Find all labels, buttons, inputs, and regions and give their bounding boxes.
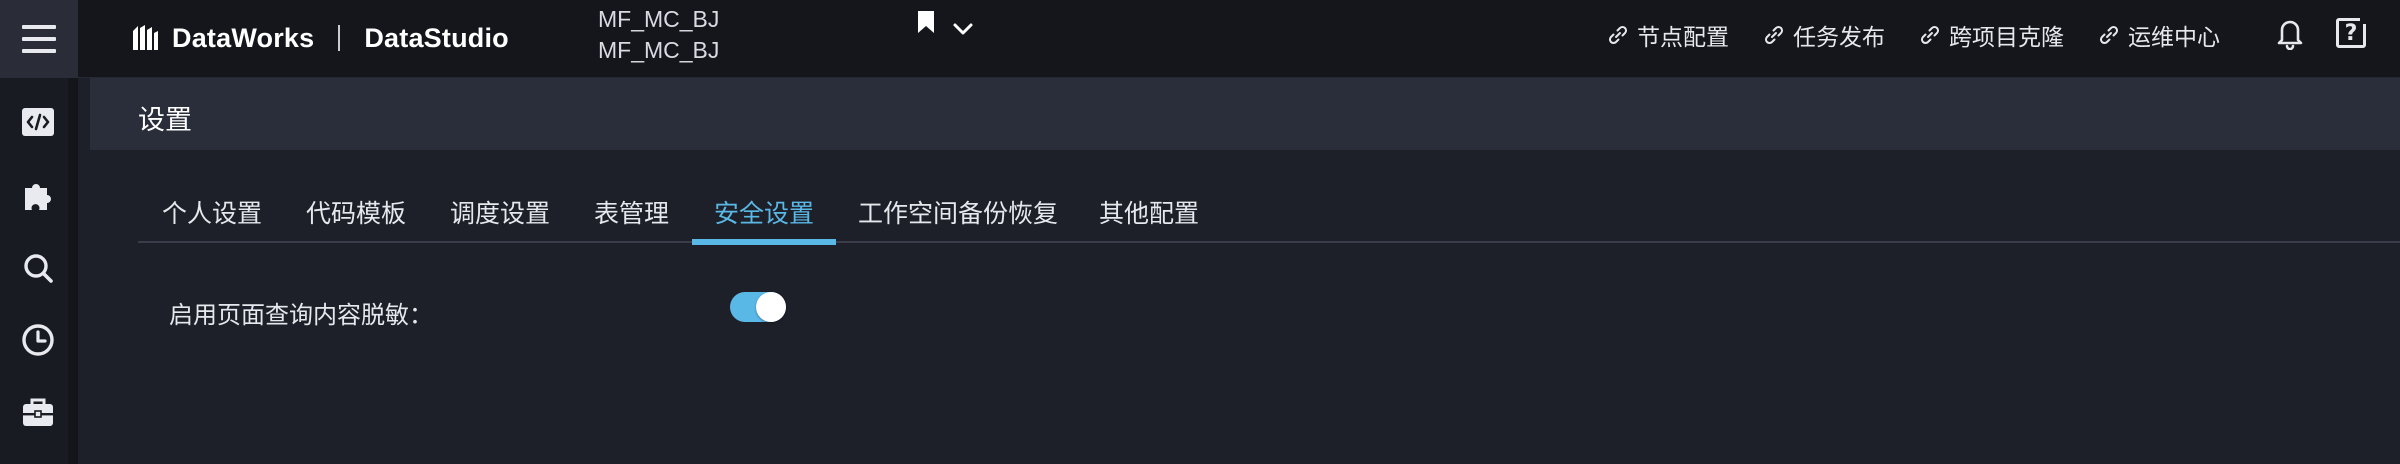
help-glyph: ? [2344, 20, 2358, 46]
brand[interactable]: DataWorks DataStudio [130, 18, 509, 58]
workspace-name: MF_MC_BJ [598, 6, 720, 32]
query-masking-toggle[interactable] [730, 292, 786, 322]
bell-icon[interactable] [2274, 16, 2306, 50]
query-masking-label: 启用页面查询内容脱敏： [169, 301, 433, 329]
tab-security-settings[interactable]: 安全设置 [691, 194, 837, 245]
top-nav: 节点配置 任务发布 跨项目克隆 运维中心 [1607, 0, 2220, 70]
nav-task-publish-label: 任务发布 [1793, 25, 1885, 51]
nav-ops-center[interactable]: 运维中心 [2098, 18, 2220, 52]
nav-ops-center-label: 运维中心 [2128, 25, 2220, 51]
workspace-selector[interactable]: MF_MC_BJ MF_MC_BJ [598, 4, 719, 66]
tab-code-templates[interactable]: 代码模板 [306, 194, 406, 243]
page-title: 设置 [138, 105, 192, 136]
nav-node-config[interactable]: 节点配置 [1607, 18, 1729, 52]
tab-other-config[interactable]: 其他配置 [1099, 194, 1199, 243]
tab-personal-settings[interactable]: 个人设置 [162, 194, 262, 243]
link-icon [1608, 25, 1628, 45]
nav-task-publish[interactable]: 任务发布 [1763, 18, 1885, 52]
link-icon [1920, 25, 1940, 45]
link-icon [1764, 25, 1784, 45]
bookmark-icon[interactable] [915, 10, 937, 34]
settings-tabs: 个人设置 代码模板 调度设置 表管理 安全设置 工作空间备份恢复 其他配置 [138, 188, 2400, 245]
tab-workspace-backup-restore[interactable]: 工作空间备份恢复 [858, 194, 1058, 243]
nav-node-config-label: 节点配置 [1637, 25, 1729, 51]
workspace-region: MF_MC_BJ [598, 37, 720, 63]
tab-table-management[interactable]: 表管理 [594, 194, 669, 243]
toggle-knob [756, 292, 786, 322]
module-name: DataStudio [364, 22, 509, 53]
link-icon [2099, 25, 2119, 45]
toolbox-icon[interactable] [20, 394, 56, 430]
nav-cross-project-clone-label: 跨项目克隆 [1949, 25, 2064, 51]
search-icon[interactable] [20, 250, 56, 286]
tab-scheduling-settings[interactable]: 调度设置 [450, 194, 550, 243]
dataworks-logo-icon [133, 25, 158, 50]
brand-name: DataWorks [172, 22, 315, 53]
nav-cross-project-clone[interactable]: 跨项目克隆 [1919, 18, 2064, 52]
brand-divider [338, 25, 341, 51]
menu-icon[interactable] [0, 0, 78, 78]
page-header: 设置 [90, 78, 2400, 150]
chevron-down-icon[interactable] [952, 22, 974, 36]
top-bar: DataWorks DataStudio MF_MC_BJ MF_MC_BJ 节… [0, 0, 2400, 78]
clock-icon[interactable] [20, 322, 56, 358]
puzzle-icon[interactable] [20, 177, 56, 213]
code-icon[interactable] [20, 104, 56, 140]
left-rail [0, 78, 78, 464]
help-icon[interactable]: ? [2336, 12, 2372, 48]
